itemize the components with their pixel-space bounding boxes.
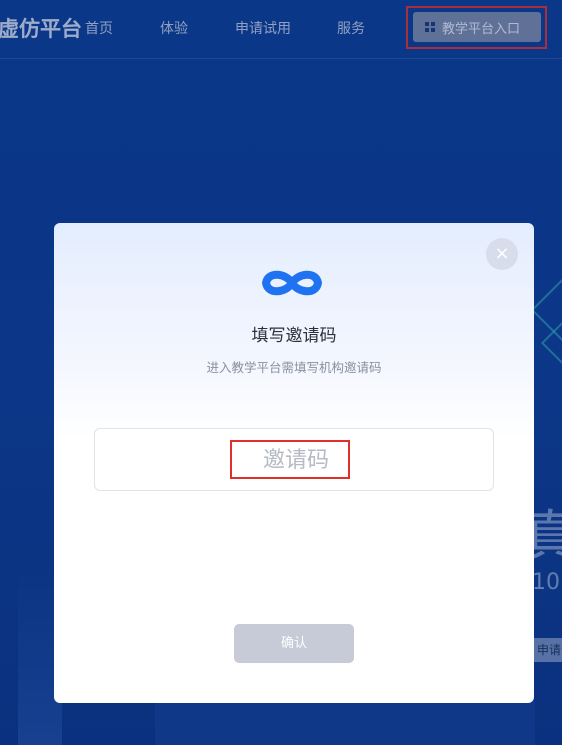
invite-code-field[interactable] — [94, 428, 497, 492]
confirm-button[interactable]: 确认 — [234, 624, 354, 663]
dialog-subtitle: 进入教学平台需填写机构邀请码 — [206, 360, 382, 375]
invite-code-dialog: × 填写邀请码 进入教学平台需填写机构邀请码 确认 — [54, 223, 534, 703]
close-icon[interactable]: × — [486, 238, 518, 270]
infinity-logo-icon — [262, 270, 322, 296]
dialog-title: 填写邀请码 — [251, 326, 337, 346]
invite-code-input[interactable] — [95, 429, 497, 492]
